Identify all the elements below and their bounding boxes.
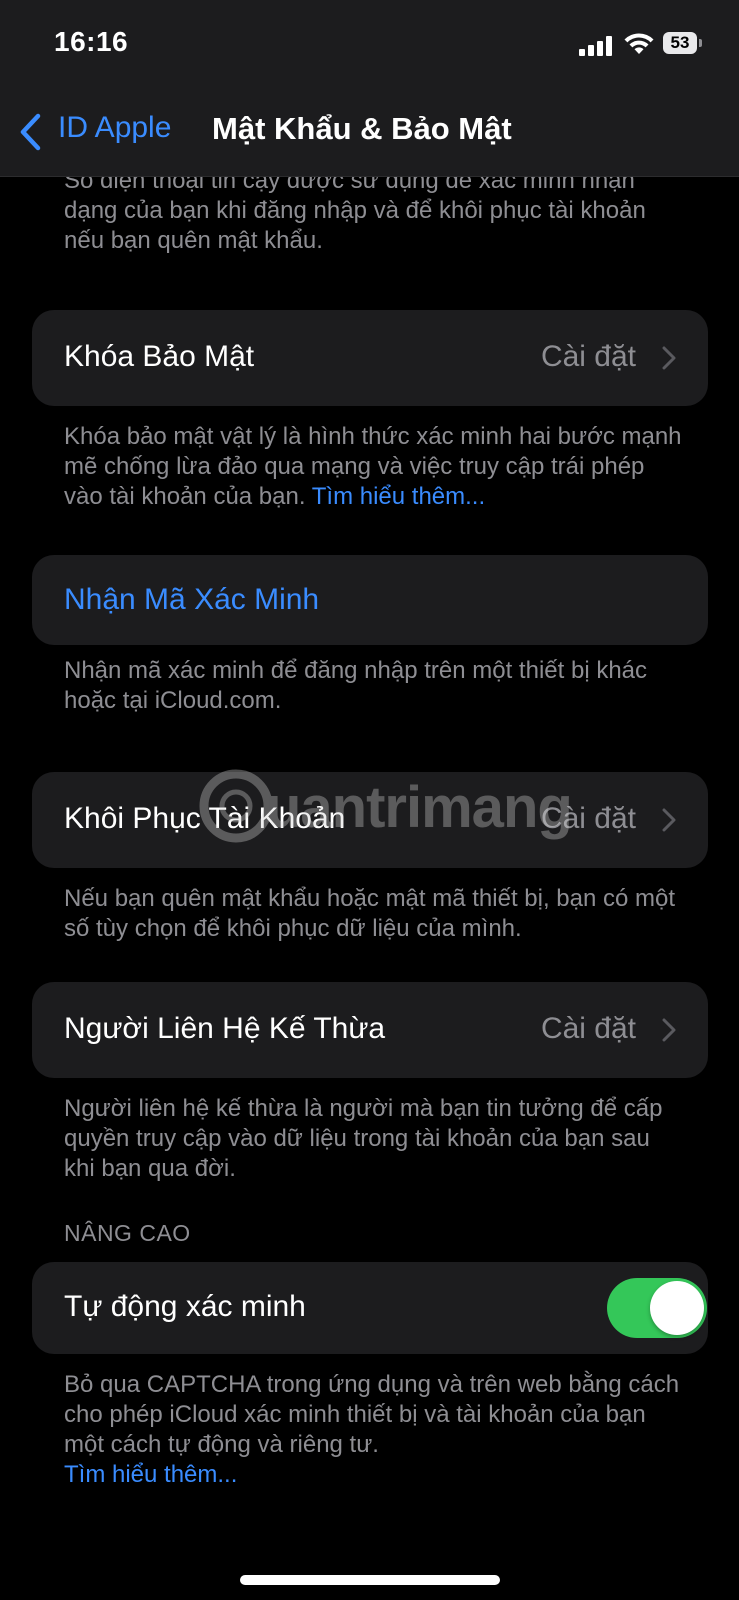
section-header-advanced: NÂNG CAO [64, 1220, 191, 1246]
account-recovery-note: Nếu bạn quên mật khẩu hoặc mật mã thiết … [64, 885, 676, 942]
security-key-row[interactable]: Khóa Bảo Mật Cài đặt [32, 310, 708, 406]
back-button[interactable]: ID Apple [58, 111, 171, 145]
learn-more-link[interactable]: Tìm hiểu thêm... [64, 1461, 237, 1488]
account-recovery-label: Khôi Phục Tài Khoản [64, 802, 346, 835]
get-verification-code-row[interactable]: Nhận Mã Xác Minh [32, 555, 708, 645]
auto-verify-toggle[interactable] [607, 1278, 707, 1338]
battery-icon: 53 [663, 32, 703, 56]
auto-verify-label: Tự động xác minh [64, 1290, 306, 1323]
wifi-icon [624, 33, 654, 54]
auto-verify-note-text: Bỏ qua CAPTCHA trong ứng dụng và trên we… [64, 1371, 680, 1458]
get-code-note: Nhận mã xác minh để đăng nhập trên một t… [64, 657, 648, 714]
learn-more-link[interactable]: Tìm hiểu thêm... [312, 483, 485, 510]
legacy-contact-label: Người Liên Hệ Kế Thừa [64, 1012, 386, 1045]
security-key-note: Khóa bảo mật vật lý là hình thức xác min… [64, 422, 684, 512]
auto-verify-row: Tự động xác minh [32, 1262, 708, 1354]
toggle-knob [650, 1281, 704, 1335]
battery-level: 53 [670, 33, 690, 52]
chevron-right-icon [662, 808, 676, 832]
get-verification-code-label: Nhận Mã Xác Minh [64, 583, 320, 616]
status-time: 16:16 [54, 26, 129, 57]
chevron-left-icon[interactable] [18, 112, 42, 152]
security-key-label: Khóa Bảo Mật [64, 340, 255, 373]
auto-verify-note: Bỏ qua CAPTCHA trong ứng dụng và trên we… [64, 1370, 684, 1490]
legacy-contact-note: Người liên hệ kế thừa là người mà bạn ti… [64, 1095, 663, 1182]
trusted-phone-note: Số điện thoại tin cậy được sử dụng để xá… [64, 167, 646, 254]
account-recovery-value: Cài đặt [540, 802, 636, 835]
chevron-right-icon [662, 346, 676, 370]
page-title: Mật Khẩu & Bảo Mật [212, 111, 512, 146]
cellular-signal-icon [579, 36, 613, 56]
home-indicator[interactable] [240, 1575, 500, 1585]
legacy-contact-value: Cài đặt [540, 1012, 636, 1045]
chevron-right-icon [662, 1018, 676, 1042]
legacy-contact-row[interactable]: Người Liên Hệ Kế Thừa Cài đặt [32, 982, 708, 1078]
account-recovery-row[interactable]: Khôi Phục Tài Khoản Cài đặt [32, 772, 708, 868]
security-key-value: Cài đặt [540, 340, 636, 373]
